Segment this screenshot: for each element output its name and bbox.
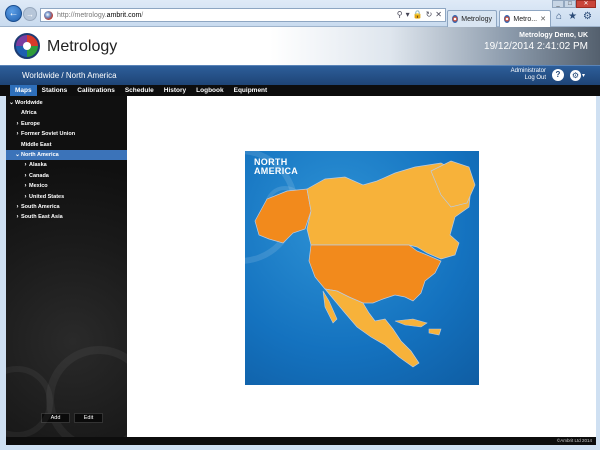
- datetime: 19/12/2014 2:41:02 PM: [484, 41, 588, 52]
- map-graphic: [245, 151, 476, 368]
- map-region-caribbean: [394, 318, 442, 336]
- tree-node-middle-east[interactable]: Middle East: [6, 140, 127, 150]
- refresh-icon[interactable]: ↻: [426, 10, 433, 19]
- copyright-text: ©Ambrit Ltd 2014: [556, 438, 592, 443]
- chevron-right-icon[interactable]: ›: [22, 192, 29, 202]
- chevron-down-icon: ▾: [582, 73, 586, 79]
- close-window-button[interactable]: ✕: [576, 0, 596, 8]
- lock-icon[interactable]: 🔒: [413, 10, 423, 19]
- settings-gear-icon[interactable]: ⚙: [583, 11, 592, 22]
- back-button[interactable]: ←: [5, 5, 22, 22]
- user-block: Administrator Log Out: [511, 68, 546, 82]
- tree-actions: Add Edit: [41, 413, 103, 423]
- minimize-button[interactable]: _: [552, 0, 564, 8]
- tab-history[interactable]: History: [159, 85, 191, 96]
- chevron-right-icon[interactable]: ›: [22, 171, 29, 181]
- username: Administrator: [510, 68, 546, 74]
- tree-node-africa[interactable]: Africa: [6, 108, 127, 118]
- tree-node-mexico[interactable]: › Mexico: [6, 181, 127, 191]
- main-nav: Maps Stations Calibrations Schedule Hist…: [0, 85, 600, 96]
- map-title: NORTH AMERICA: [254, 157, 299, 176]
- favorites-star-icon[interactable]: ★: [568, 11, 577, 22]
- app-header: Metrology Metrology Demo, UK 19/12/2014 …: [0, 27, 600, 65]
- footer: ©Ambrit Ltd 2014: [6, 437, 596, 445]
- tab-label: Metrology: [461, 15, 492, 23]
- chevron-right-icon[interactable]: ›: [14, 202, 21, 212]
- maximize-button[interactable]: □: [564, 0, 576, 8]
- chevron-down-icon[interactable]: ⌄: [14, 150, 21, 160]
- tree-node-south-america[interactable]: › South America: [6, 202, 127, 212]
- tree-node-canada[interactable]: › Canada: [6, 171, 127, 181]
- site-info: Metrology Demo, UK 19/12/2014 2:41:02 PM: [484, 32, 588, 52]
- region-tree: ⌄Worldwide Africa › Europe › Former Soviet…: [6, 98, 127, 223]
- tab-label: Metro...: [513, 15, 538, 23]
- tab-schedule[interactable]: Schedule: [120, 85, 159, 96]
- map-content-area: NORTH AMERICA: [127, 96, 596, 437]
- home-icon[interactable]: ⌂: [556, 11, 562, 22]
- tab-logbook[interactable]: Logbook: [191, 85, 228, 96]
- logout-link[interactable]: Log Out: [511, 75, 546, 82]
- edit-button[interactable]: Edit: [74, 413, 103, 423]
- chevron-right-icon[interactable]: ›: [22, 160, 29, 170]
- stop-icon[interactable]: ✕: [435, 10, 442, 19]
- tree-node-alaska[interactable]: › Alaska: [6, 160, 127, 170]
- tab-metrology-1[interactable]: Metrology: [447, 10, 497, 27]
- chevron-right-icon[interactable]: ›: [14, 212, 21, 222]
- chevron-right-icon[interactable]: ›: [22, 181, 29, 191]
- gear-icon: ⚙: [570, 70, 581, 81]
- tree-node-former-soviet-union[interactable]: › Former Soviet Union: [6, 129, 127, 139]
- tree-node-united-states[interactable]: › United States: [6, 192, 127, 202]
- site-icon: [44, 10, 53, 20]
- browser-icons: ⌂ ★ ⚙: [556, 11, 592, 22]
- tab-maps[interactable]: Maps: [10, 85, 37, 96]
- dropdown-icon[interactable]: ▾: [406, 10, 410, 19]
- url-text: http://metrology.ambrit.com/: [57, 11, 144, 19]
- demo-name: Metrology Demo, UK: [519, 32, 588, 39]
- breadcrumb-bar: Worldwide / North America Administrator …: [0, 65, 600, 85]
- window-controls: _ □ ✕: [552, 0, 596, 8]
- close-tab-icon[interactable]: ✕: [540, 15, 546, 23]
- tab-favicon: [504, 15, 511, 23]
- browser-toolbar: ← → http://metrology.ambrit.com/ ⚲ ▾ 🔒 ↻…: [0, 0, 600, 27]
- chevron-right-icon[interactable]: ›: [14, 119, 21, 129]
- tab-equipment[interactable]: Equipment: [229, 85, 273, 96]
- region-tree-panel: ⌄Worldwide Africa › Europe › Former Soviet…: [6, 96, 127, 437]
- tree-node-worldwide[interactable]: ⌄Worldwide: [6, 98, 127, 108]
- tab-metrology-2[interactable]: Metro... ✕: [499, 10, 551, 27]
- tab-favicon: [452, 15, 459, 23]
- tab-stations[interactable]: Stations: [37, 85, 73, 96]
- chevron-right-icon[interactable]: ›: [14, 129, 21, 139]
- address-bar[interactable]: http://metrology.ambrit.com/ ⚲ ▾ 🔒 ↻ ✕: [40, 8, 446, 22]
- map-region-united-states[interactable]: [308, 244, 442, 304]
- map-region-alaska[interactable]: [254, 188, 312, 244]
- settings-menu-button[interactable]: ⚙ ▾: [570, 69, 590, 82]
- tree-node-south-east-asia[interactable]: › South East Asia: [6, 212, 127, 222]
- metrology-logo-icon: [14, 33, 40, 59]
- add-button[interactable]: Add: [41, 413, 70, 423]
- breadcrumb: Worldwide / North America: [22, 71, 117, 80]
- logo-text: Metrology: [47, 38, 118, 55]
- search-icon[interactable]: ⚲: [397, 10, 403, 19]
- tree-node-north-america[interactable]: ⌄North America: [6, 149, 127, 161]
- chevron-down-icon[interactable]: ⌄: [8, 98, 15, 108]
- north-america-map[interactable]: NORTH AMERICA: [245, 151, 479, 385]
- tab-calibrations[interactable]: Calibrations: [72, 85, 120, 96]
- help-icon[interactable]: ?: [552, 69, 564, 81]
- tree-node-europe[interactable]: › Europe: [6, 119, 127, 129]
- forward-button[interactable]: →: [23, 7, 37, 21]
